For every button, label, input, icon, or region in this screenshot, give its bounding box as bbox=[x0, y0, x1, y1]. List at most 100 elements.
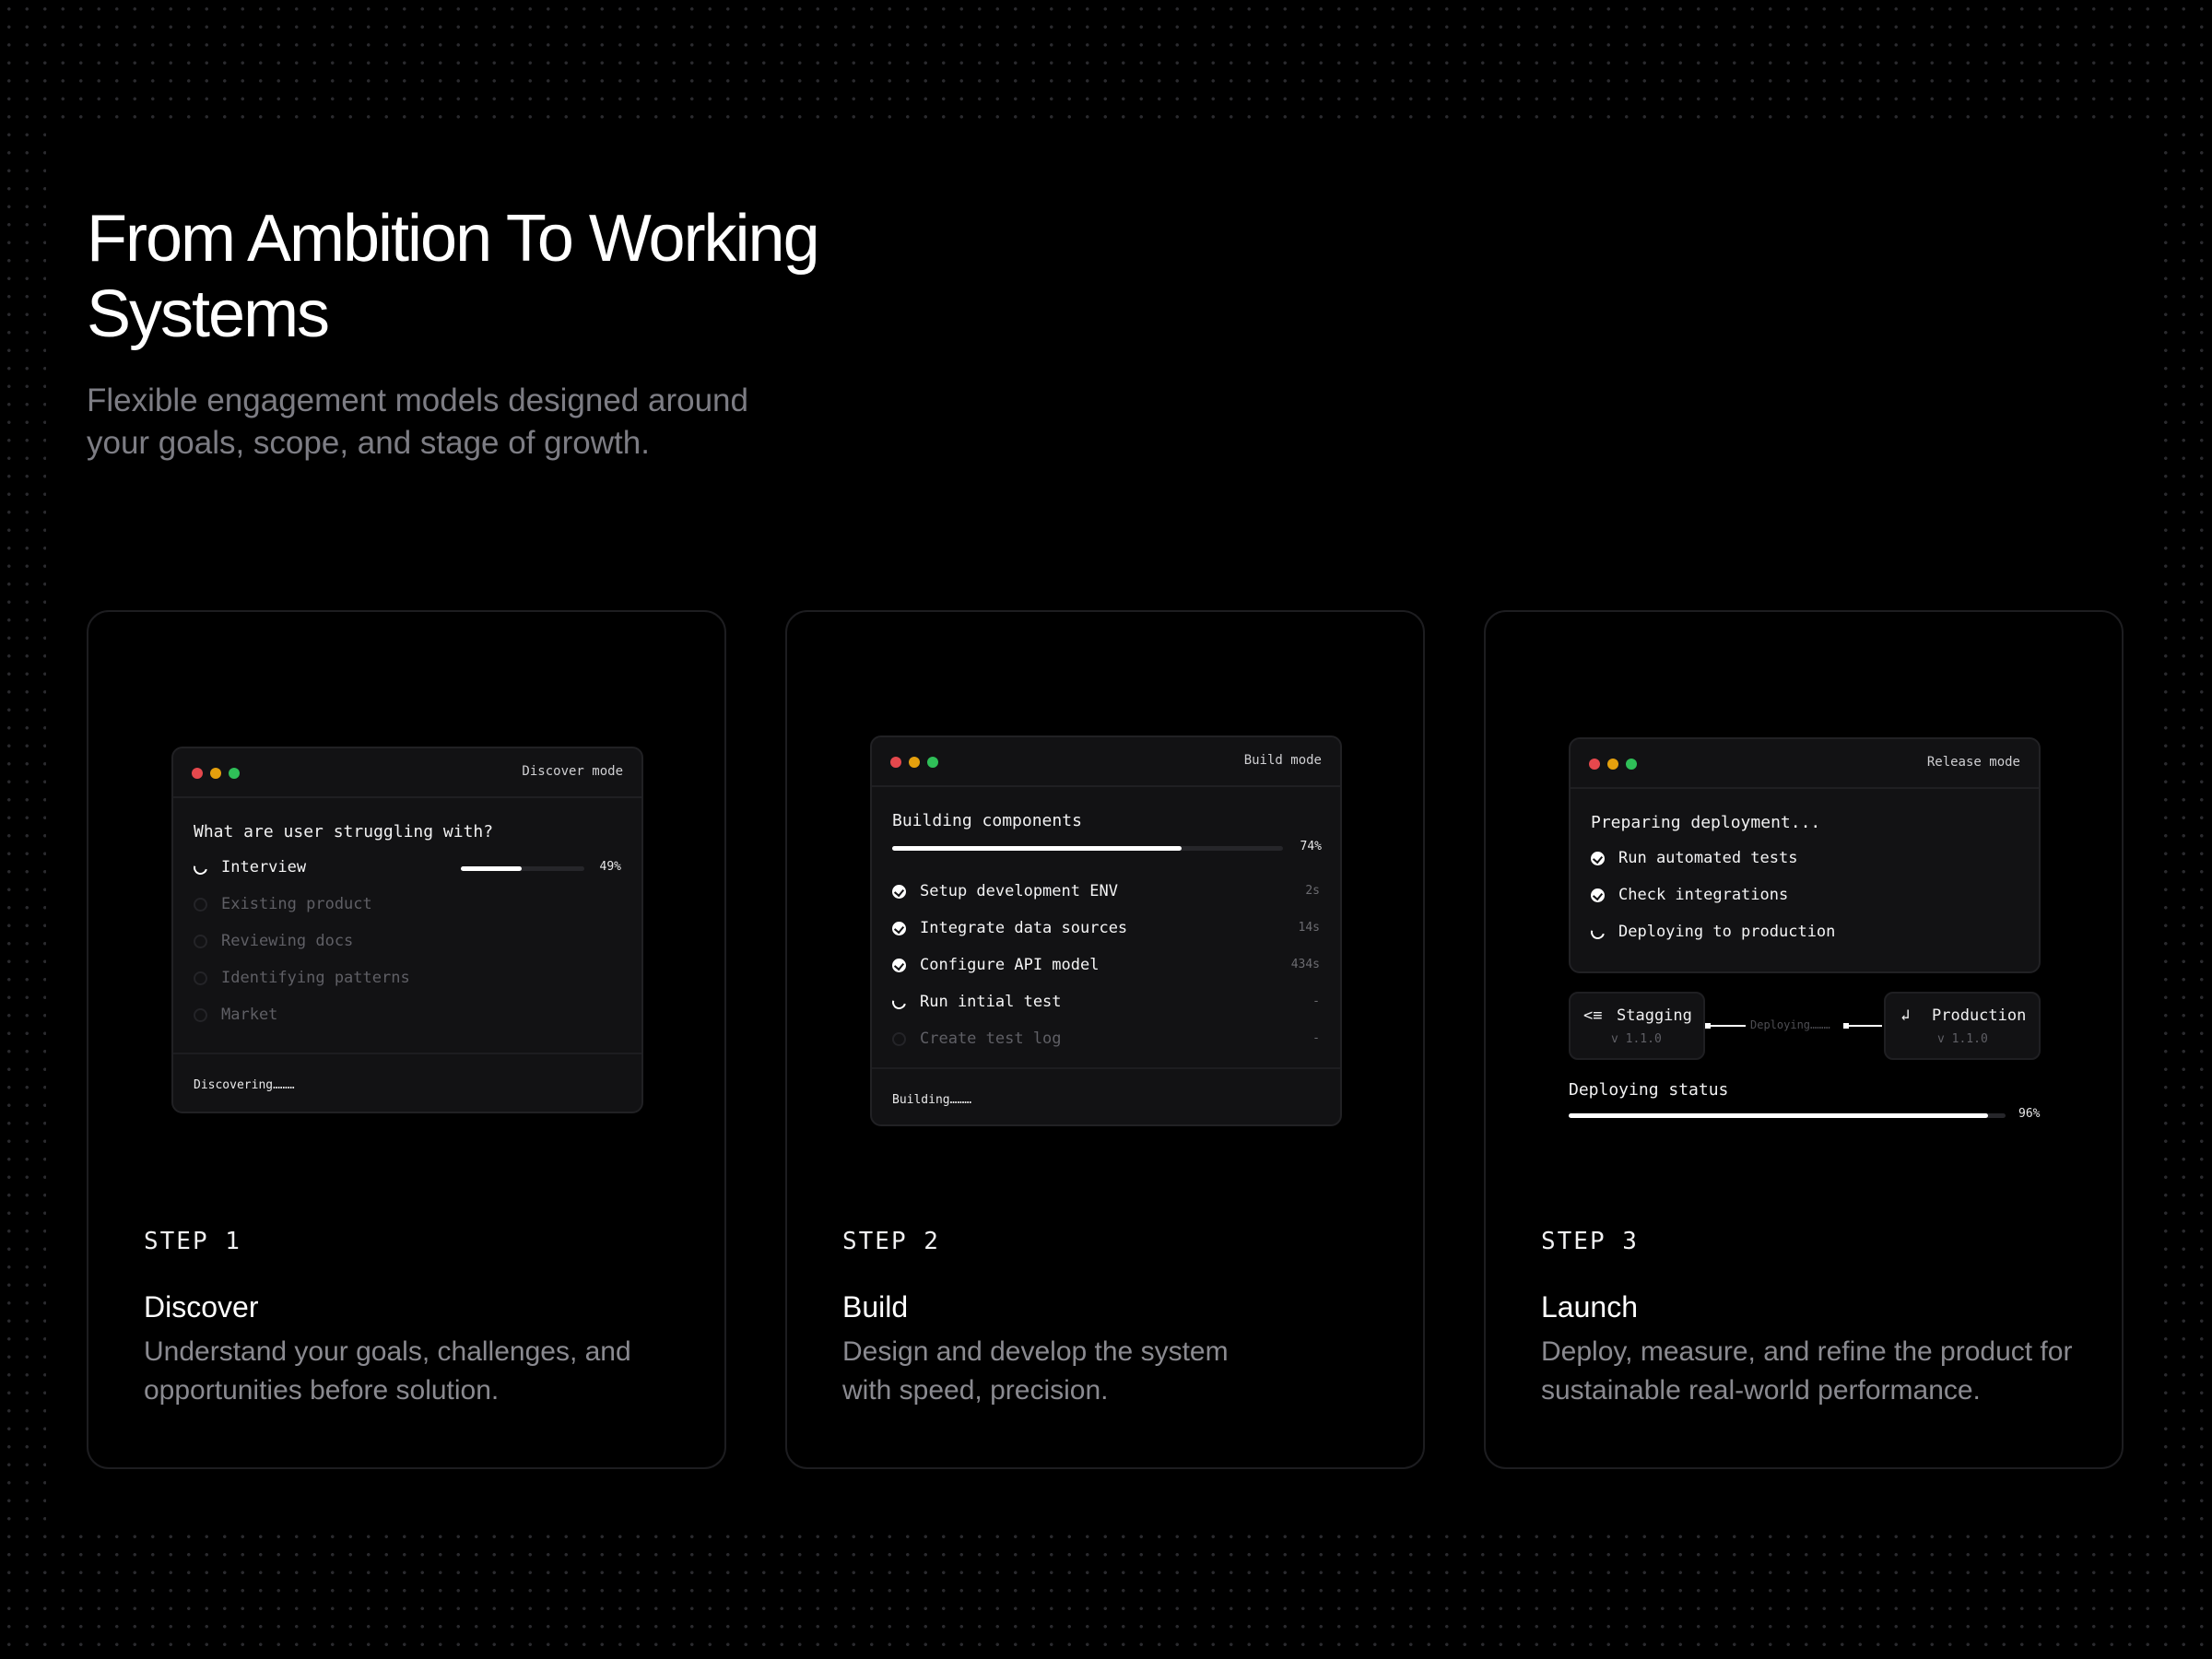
step-card-launch: Release mode Preparing deployment... Run… bbox=[1484, 610, 2124, 1469]
step-number: STEP 1 bbox=[144, 1228, 241, 1255]
check-circle-icon bbox=[1591, 888, 1605, 902]
window-close-dot bbox=[1589, 759, 1600, 770]
production-icon: ↲ bbox=[1900, 1006, 1911, 1025]
task-label: Create test log bbox=[920, 1030, 1062, 1048]
deploying-status-label: Deploying status bbox=[1569, 1080, 1729, 1100]
task-item: Integrate data sources 14s bbox=[892, 916, 1320, 940]
window-maximize-dot bbox=[1626, 759, 1637, 770]
step-description: Understand your goals, challenges, and o… bbox=[144, 1336, 631, 1406]
list-item: Identifying patterns bbox=[194, 966, 621, 990]
task-item: Setup development ENV 2s bbox=[892, 879, 1320, 903]
task-duration: 14s bbox=[1298, 921, 1320, 935]
window-titlebar: Discover mode bbox=[173, 748, 641, 798]
window-mode-label: Discover mode bbox=[522, 764, 623, 779]
deploy-progress-fill bbox=[1569, 1113, 1989, 1118]
window-footer-status: Discovering……… bbox=[194, 1078, 295, 1092]
task-duration: - bbox=[1312, 994, 1320, 1008]
task-label: Check integrations bbox=[1618, 886, 1789, 904]
task-label: Run automated tests bbox=[1618, 849, 1798, 867]
idle-circle-icon bbox=[194, 1008, 207, 1022]
step-card-discover: Discover mode What are user struggling w… bbox=[87, 610, 726, 1469]
interview-progress-fill bbox=[461, 866, 522, 871]
list-item-label: Identifying patterns bbox=[221, 969, 410, 987]
idle-circle-icon bbox=[194, 898, 207, 912]
build-progress-percent: 74% bbox=[1300, 840, 1322, 853]
build-progress-fill bbox=[892, 846, 1182, 851]
step-description: Deploy, measure, and refine the product … bbox=[1541, 1336, 2073, 1406]
build-window: Build mode Building components 74% Setup… bbox=[870, 735, 1342, 1126]
step-number: STEP 2 bbox=[842, 1228, 940, 1255]
check-circle-icon bbox=[892, 922, 906, 935]
connector-line bbox=[1707, 1025, 1746, 1027]
window-heading: Preparing deployment... bbox=[1591, 813, 1821, 832]
environment-name: Production bbox=[1932, 1006, 2027, 1025]
window-divider bbox=[872, 1067, 1340, 1069]
window-titlebar: Build mode bbox=[872, 737, 1340, 787]
window-maximize-dot bbox=[927, 757, 938, 768]
idle-circle-icon bbox=[892, 1032, 906, 1046]
release-window: Release mode Preparing deployment... Run… bbox=[1569, 737, 2041, 973]
check-circle-icon bbox=[892, 959, 906, 972]
check-circle-icon bbox=[892, 885, 906, 899]
step-description: Design and develop the system with speed… bbox=[842, 1336, 1229, 1406]
environment-version: v 1.1.0 bbox=[1937, 1032, 1988, 1046]
connector-line bbox=[1843, 1025, 1882, 1027]
build-progress-bar bbox=[892, 846, 1283, 851]
idle-circle-icon bbox=[194, 971, 207, 985]
spinner-icon bbox=[1588, 923, 1607, 942]
interview-progress-bar bbox=[461, 866, 584, 871]
window-titlebar: Release mode bbox=[1571, 739, 2039, 789]
window-heading: Building components bbox=[892, 811, 1082, 830]
production-environment: ↲ Production v 1.1.0 bbox=[1884, 992, 2041, 1060]
task-duration: 434s bbox=[1290, 958, 1320, 971]
staging-environment: <≡ Stagging v 1.1.0 bbox=[1569, 992, 1705, 1060]
window-minimize-dot bbox=[210, 768, 221, 779]
page-subtitle: Flexible engagement models designed arou… bbox=[87, 382, 748, 461]
task-label: Configure API model bbox=[920, 956, 1100, 974]
spinner-icon bbox=[191, 858, 210, 877]
list-item-label: Interview bbox=[221, 858, 307, 877]
window-maximize-dot bbox=[229, 768, 240, 779]
task-item: Run automated tests bbox=[1591, 846, 2018, 870]
step-card-build: Build mode Building components 74% Setup… bbox=[785, 610, 1425, 1469]
step-title: Discover bbox=[144, 1290, 259, 1324]
environment-version: v 1.1.0 bbox=[1611, 1032, 1662, 1046]
list-item-label: Reviewing docs bbox=[221, 932, 354, 950]
list-item-label: Existing product bbox=[221, 895, 372, 913]
step-title: Build bbox=[842, 1290, 909, 1324]
discover-window: Discover mode What are user struggling w… bbox=[171, 747, 643, 1113]
environment-name: Stagging bbox=[1617, 1006, 1692, 1025]
task-item: Check integrations bbox=[1591, 883, 2018, 907]
window-close-dot bbox=[890, 757, 901, 768]
interview-progress-percent: 49% bbox=[599, 860, 621, 874]
deploy-progress-bar bbox=[1569, 1113, 2006, 1118]
connector-status: Deploying……… bbox=[1750, 1018, 1830, 1031]
task-item: Configure API model 434s bbox=[892, 953, 1320, 977]
task-item: Deploying to production bbox=[1588, 920, 2018, 944]
task-duration: 2s bbox=[1305, 884, 1320, 898]
idle-circle-icon bbox=[194, 935, 207, 948]
list-item-progress: Interview 49% bbox=[191, 855, 621, 879]
task-label: Deploying to production bbox=[1618, 923, 1836, 941]
window-footer-status: Building……… bbox=[892, 1093, 972, 1107]
window-close-dot bbox=[192, 768, 203, 779]
task-item: Run intial test - bbox=[889, 990, 1320, 1014]
list-item: Market bbox=[194, 1003, 621, 1027]
list-item: Reviewing docs bbox=[194, 929, 621, 953]
page-title: From Ambition To Working Systems bbox=[87, 202, 820, 351]
window-divider bbox=[173, 1053, 641, 1054]
step-number: STEP 3 bbox=[1541, 1228, 1639, 1255]
window-minimize-dot bbox=[909, 757, 920, 768]
task-label: Setup development ENV bbox=[920, 882, 1118, 900]
staging-icon: <≡ bbox=[1583, 1006, 1603, 1025]
task-label: Run intial test bbox=[920, 993, 1062, 1011]
task-duration: - bbox=[1312, 1031, 1320, 1045]
deploy-progress-percent: 96% bbox=[2018, 1107, 2041, 1121]
window-minimize-dot bbox=[1607, 759, 1618, 770]
task-label: Integrate data sources bbox=[920, 919, 1128, 937]
window-question: What are user struggling with? bbox=[194, 822, 494, 841]
list-item: Existing product bbox=[194, 892, 621, 916]
step-title: Launch bbox=[1541, 1290, 1638, 1324]
list-item-label: Market bbox=[221, 1006, 278, 1024]
connector-node bbox=[1843, 1023, 1849, 1029]
